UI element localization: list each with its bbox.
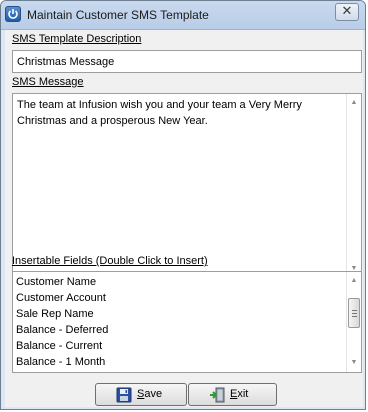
save-button-label: Save [137, 388, 163, 400]
power-icon [5, 6, 21, 22]
exit-button-label: Exit [230, 388, 249, 400]
sms-message-label: SMS Message [12, 76, 84, 88]
maintain-sms-template-window: Maintain Customer SMS Template ✕ SMS Tem… [0, 0, 366, 410]
exit-button[interactable]: Exit [188, 383, 277, 406]
list-item[interactable]: Customer Account [16, 290, 346, 306]
sms-message-textarea[interactable]: The team at Infusion wish you and your t… [12, 93, 362, 279]
close-icon: ✕ [341, 3, 353, 18]
scroll-thumb[interactable] [348, 298, 360, 328]
insertable-fields-scrollbar[interactable]: ▲ ▼ [346, 272, 361, 372]
title-bar: Maintain Customer SMS Template ✕ [1, 1, 365, 30]
insertable-fields-label: Insertable Fields (Double Click to Inser… [12, 255, 208, 267]
list-item[interactable]: Balance - Deferred [16, 322, 346, 338]
dialog-body: SMS Template Description SMS Message The… [5, 30, 363, 407]
window-title: Maintain Customer SMS Template [27, 8, 209, 22]
exit-door-icon [209, 387, 225, 403]
sms-message-scrollbar[interactable]: ▲ ▼ [346, 94, 361, 278]
insertable-fields-list[interactable]: Customer Name Customer Account Sale Rep Na… [12, 271, 362, 373]
sms-template-description-input[interactable] [12, 50, 362, 73]
sms-template-description-label: SMS Template Description [12, 33, 142, 45]
list-item[interactable]: Balance - Current [16, 338, 346, 354]
sms-message-text: The team at Infusion wish you and your t… [17, 99, 302, 127]
floppy-disk-icon [116, 387, 132, 403]
save-button[interactable]: Save [95, 383, 187, 406]
list-item[interactable]: Customer Name [16, 274, 346, 290]
list-item[interactable]: Balance - 1 Month [16, 354, 346, 370]
scroll-up-icon[interactable]: ▲ [347, 96, 361, 110]
scroll-down-icon[interactable]: ▼ [347, 356, 361, 370]
scroll-up-icon[interactable]: ▲ [347, 274, 361, 288]
close-button[interactable]: ✕ [335, 3, 359, 21]
list-item[interactable]: Sale Rep Name [16, 306, 346, 322]
insertable-fields-items: Customer Name Customer Account Sale Rep Na… [16, 274, 346, 370]
